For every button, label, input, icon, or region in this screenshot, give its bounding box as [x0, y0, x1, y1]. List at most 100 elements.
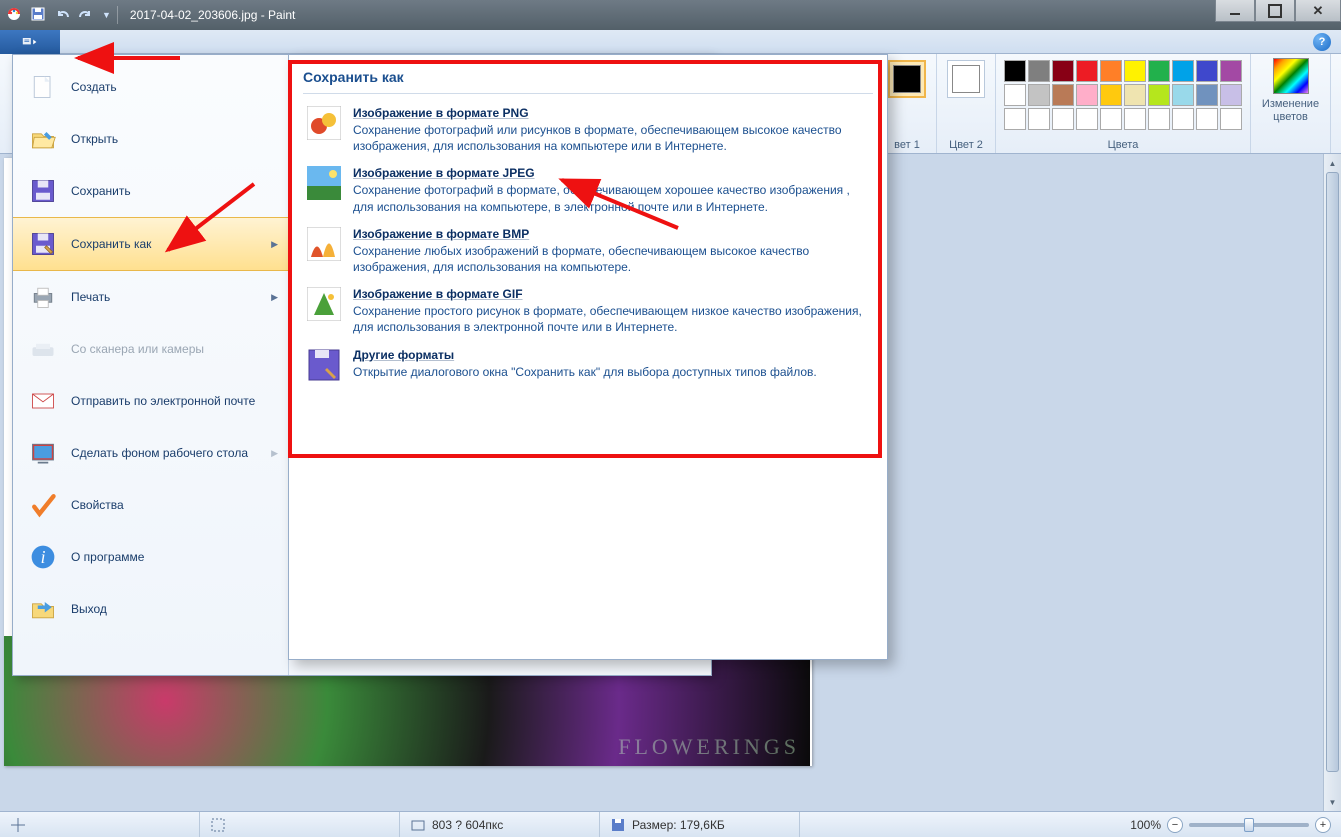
crosshair-icon — [10, 817, 26, 833]
palette-swatch[interactable] — [1148, 108, 1170, 130]
open-folder-icon — [27, 123, 59, 155]
scanner-icon — [27, 333, 59, 365]
save-as-png[interactable]: Изображение в формате PNGСохранение фото… — [303, 100, 873, 160]
palette-swatch[interactable] — [1004, 108, 1026, 130]
vertical-scrollbar[interactable]: ▲ ▼ — [1323, 154, 1341, 811]
palette-swatch[interactable] — [1172, 60, 1194, 82]
jpeg-icon — [307, 166, 341, 200]
status-dimensions: 803 ? 604пкс — [400, 812, 600, 837]
file-tab[interactable] — [0, 30, 60, 54]
status-cursor-pos — [0, 812, 200, 837]
other-formats-icon — [307, 348, 341, 382]
selection-icon — [210, 817, 226, 833]
email-icon — [27, 385, 59, 417]
palette-swatch[interactable] — [1148, 60, 1170, 82]
palette-swatch[interactable] — [1004, 84, 1026, 106]
scroll-down-icon[interactable]: ▼ — [1324, 793, 1341, 811]
menu-wallpaper[interactable]: Сделать фоном рабочего стола ▶ — [13, 427, 288, 479]
palette-swatch[interactable] — [1172, 108, 1194, 130]
save-as-gif[interactable]: Изображение в формате GIFСохранение прос… — [303, 281, 873, 341]
info-icon: i — [27, 541, 59, 573]
palette-swatch[interactable] — [1196, 60, 1218, 82]
scroll-up-icon[interactable]: ▲ — [1324, 154, 1341, 172]
palette-swatch[interactable] — [1148, 84, 1170, 106]
palette-swatch[interactable] — [1052, 84, 1074, 106]
statusbar: 803 ? 604пкс Размер: 179,6КБ 100% − + — [0, 811, 1341, 837]
zoom-out-button[interactable]: − — [1167, 817, 1183, 833]
exit-icon — [27, 593, 59, 625]
status-filesize: Размер: 179,6КБ — [600, 812, 800, 837]
ribbon-palette-group: Цвета — [996, 54, 1251, 153]
save-as-other[interactable]: Другие форматыОткрытие диалогового окна … — [303, 342, 873, 388]
bmp-icon — [307, 227, 341, 261]
menu-save[interactable]: Сохранить — [13, 165, 288, 217]
palette-swatch[interactable] — [1100, 60, 1122, 82]
qat-undo-icon[interactable] — [54, 6, 70, 25]
palette-swatch[interactable] — [1028, 84, 1050, 106]
palette-swatch[interactable] — [1004, 60, 1026, 82]
rainbow-icon — [1273, 58, 1309, 94]
dimensions-icon — [410, 817, 426, 833]
palette-swatch[interactable] — [1220, 84, 1242, 106]
menu-exit[interactable]: Выход — [13, 583, 288, 635]
paint-app-icon — [6, 6, 22, 25]
palette-swatch[interactable] — [1124, 84, 1146, 106]
palette-swatch[interactable] — [1124, 60, 1146, 82]
menu-print[interactable]: Печать ▶ — [13, 271, 288, 323]
save-icon — [27, 175, 59, 207]
palette-swatch[interactable] — [1052, 108, 1074, 130]
palette-swatch[interactable] — [1220, 108, 1242, 130]
wallpaper-icon — [27, 437, 59, 469]
menu-properties[interactable]: Свойства — [13, 479, 288, 531]
zoom-slider[interactable] — [1189, 823, 1309, 827]
submenu-header: Сохранить как — [303, 65, 873, 94]
menu-save-as[interactable]: Сохранить как ▶ — [13, 217, 288, 271]
palette-swatch[interactable] — [1100, 84, 1122, 106]
scroll-thumb[interactable] — [1326, 172, 1339, 772]
palette-swatch[interactable] — [1052, 60, 1074, 82]
titlebar: ▼ 2017-04-02_203606.jpg - Paint — [0, 0, 1341, 30]
status-selection — [200, 812, 400, 837]
help-button[interactable]: ? — [1313, 33, 1331, 51]
ribbon-edit-colors[interactable]: Изменение цветов — [1251, 54, 1331, 153]
ribbon-tabstrip: ? — [0, 30, 1341, 54]
close-button[interactable] — [1295, 0, 1341, 22]
save-as-bmp[interactable]: Изображение в формате BMPСохранение любы… — [303, 221, 873, 281]
palette-swatch[interactable] — [1124, 108, 1146, 130]
palette-swatch[interactable] — [1076, 108, 1098, 130]
palette-swatch[interactable] — [1196, 108, 1218, 130]
png-icon — [307, 106, 341, 140]
menu-open[interactable]: Открыть — [13, 113, 288, 165]
palette-swatch[interactable] — [1196, 84, 1218, 106]
zoom-value: 100% — [1130, 818, 1161, 832]
save-as-jpeg[interactable]: Изображение в формате JPEGСохранение фот… — [303, 160, 873, 220]
checkmark-icon — [27, 489, 59, 521]
menu-email[interactable]: Отправить по электронной почте — [13, 375, 288, 427]
qat-save-icon[interactable] — [30, 6, 46, 25]
chevron-right-icon: ▶ — [271, 292, 278, 303]
ribbon-color2[interactable]: Цвет 2 — [937, 54, 996, 153]
maximize-button[interactable] — [1255, 0, 1295, 22]
svg-text:i: i — [41, 547, 46, 567]
printer-icon — [27, 281, 59, 313]
palette-swatch[interactable] — [1028, 108, 1050, 130]
qat-redo-icon[interactable] — [78, 6, 94, 25]
new-file-icon — [27, 71, 59, 103]
save-as-submenu: Сохранить как Изображение в формате PNGС… — [288, 54, 888, 660]
menu-scanner: Со сканера или камеры — [13, 323, 288, 375]
palette-swatch[interactable] — [1076, 84, 1098, 106]
zoom-in-button[interactable]: + — [1315, 817, 1331, 833]
menu-new[interactable]: Создать — [13, 61, 288, 113]
palette-swatch[interactable] — [1028, 60, 1050, 82]
save-as-icon — [27, 228, 59, 260]
chevron-right-icon: ▶ — [271, 448, 278, 459]
palette-swatch[interactable] — [1220, 60, 1242, 82]
menu-about[interactable]: i О программе — [13, 531, 288, 583]
chevron-right-icon: ▶ — [271, 239, 278, 250]
window-title: 2017-04-02_203606.jpg - Paint — [130, 8, 295, 22]
palette-swatch[interactable] — [1100, 108, 1122, 130]
qat-customize-icon[interactable]: ▼ — [102, 10, 111, 20]
palette-swatch[interactable] — [1076, 60, 1098, 82]
minimize-button[interactable] — [1215, 0, 1255, 22]
palette-swatch[interactable] — [1172, 84, 1194, 106]
